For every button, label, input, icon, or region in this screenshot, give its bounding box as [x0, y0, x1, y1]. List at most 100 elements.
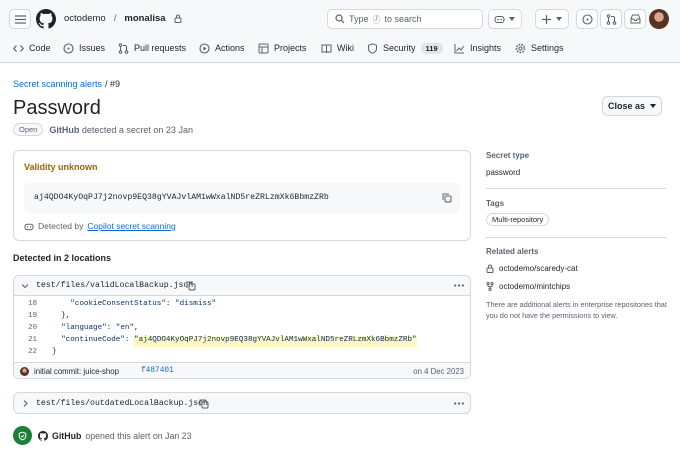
file-path[interactable]: test/files/outdatedLocalBackup.json	[36, 399, 208, 408]
breadcrumb-current: / #9	[105, 79, 121, 89]
shield-icon	[368, 42, 377, 54]
plus-icon	[542, 14, 551, 24]
timeline-text: opened this alert on Jan 23	[85, 431, 192, 441]
copilot-icon	[494, 15, 505, 24]
create-new-button[interactable]	[535, 9, 569, 29]
tab-label: Security	[383, 43, 416, 53]
copy-icon[interactable]	[442, 193, 452, 203]
pull-request-icon	[606, 13, 616, 25]
close-as-label: Close as	[607, 101, 646, 111]
code-text: }	[52, 348, 57, 356]
tab-pull-requests[interactable]: Pull requests	[118, 38, 186, 58]
tab-code[interactable]: Code	[13, 38, 51, 58]
related-alert-repo: octodemo/mintchips	[499, 282, 571, 291]
tab-projects[interactable]: Projects	[258, 38, 307, 58]
commit-message: initial commit: juice-shop	[34, 367, 119, 376]
tab-issues[interactable]: Issues	[63, 38, 105, 58]
lock-icon	[174, 14, 182, 23]
detected-by-line: Detected by Copilot secret scanning	[24, 221, 176, 231]
status-badge: Open	[13, 123, 44, 136]
menu-button[interactable]	[9, 9, 31, 29]
org-link[interactable]: octodemo	[64, 13, 106, 24]
tab-wiki[interactable]: Wiki	[321, 38, 354, 58]
avatar[interactable]	[649, 9, 669, 29]
timeline-opened-badge	[13, 426, 32, 445]
copilot-button[interactable]	[488, 9, 522, 29]
locations-heading: Detected in 2 locations	[13, 253, 112, 263]
breadcrumb-link-secret-scanning[interactable]: Secret scanning alerts	[13, 79, 102, 89]
github-logo-icon[interactable]	[36, 9, 56, 29]
issues-button[interactable]	[576, 9, 598, 29]
commit-sha-link[interactable]: f487401	[141, 367, 174, 375]
location-file-card-collapsed[interactable]: test/files/outdatedLocalBackup.json	[13, 392, 471, 414]
search-input[interactable]: Type / to search	[327, 9, 483, 29]
validity-label: Validity unknown	[24, 162, 98, 172]
commit-date: on 4 Dec 2023	[413, 367, 464, 376]
tab-insights[interactable]: Insights	[454, 38, 501, 58]
issue-icon	[581, 13, 593, 25]
related-alert-item[interactable]: octodemo/scaredy-cat	[486, 264, 578, 273]
tab-label: Actions	[215, 43, 245, 53]
secret-type-heading: Secret type	[486, 151, 530, 160]
copilot-secret-scanning-link[interactable]: Copilot secret scanning	[87, 221, 175, 231]
pull-request-icon	[118, 42, 129, 54]
secret-details-box: Validity unknown aj4QDO4KyOqPJ7j2novp9EQ…	[13, 150, 471, 241]
secret-value: aj4QDO4KyOqPJ7j2novp9EQ38gYVAJvlAM1wWxal…	[34, 193, 329, 202]
graph-icon	[454, 43, 465, 53]
tab-security[interactable]: Security 119	[367, 38, 443, 58]
location-file-card: test/files/validLocalBackup.json 18 "coo…	[13, 275, 471, 379]
line-number: 19	[28, 312, 38, 320]
tab-label: Code	[29, 43, 51, 53]
breadcrumb: Secret scanning alerts / #9	[13, 79, 120, 89]
inbox-button[interactable]	[624, 9, 646, 29]
related-alert-item[interactable]: octodemo/mintchips	[486, 282, 570, 291]
security-count-badge: 119	[420, 42, 443, 54]
code-text: },	[52, 312, 71, 320]
line-number: 21	[28, 336, 38, 344]
tab-settings[interactable]: Settings	[515, 38, 564, 58]
file-path[interactable]: test/files/validLocalBackup.json	[36, 281, 193, 290]
tab-label: Wiki	[337, 43, 354, 53]
breadcrumb-separator: /	[113, 13, 117, 24]
timeline-author[interactable]: GitHub	[52, 431, 81, 441]
inbox-icon	[630, 14, 640, 24]
pull-requests-button[interactable]	[600, 9, 622, 29]
copy-icon[interactable]	[186, 281, 196, 291]
secret-value-panel: aj4QDO4KyOqPJ7j2novp9EQ38gYVAJvlAM1wWxal…	[24, 183, 460, 213]
kebab-menu-icon[interactable]	[454, 402, 464, 405]
search-suffix: to search	[384, 14, 422, 24]
code-line: 18 "cookieConsentStatus": "dismiss"	[28, 300, 216, 311]
divider	[486, 188, 666, 189]
chevron-down-icon	[556, 17, 562, 21]
lock-icon	[486, 264, 494, 273]
related-alert-repo: octodemo/scaredy-cat	[499, 264, 578, 273]
table-icon	[258, 43, 269, 53]
chevron-down-icon[interactable]	[22, 283, 28, 289]
status-text: detected a secret on 23 Jan	[81, 124, 193, 135]
hamburger-icon	[14, 14, 26, 24]
alert-status-line: Open GitHub detected a secret on 23 Jan	[13, 123, 193, 136]
tab-label: Projects	[274, 43, 307, 53]
tags-heading: Tags	[486, 199, 505, 208]
divider	[486, 237, 666, 238]
chevron-right-icon[interactable]	[23, 400, 28, 407]
line-number: 22	[28, 348, 38, 356]
timeline-event: GitHub opened this alert on Jan 23	[38, 431, 191, 441]
copy-icon[interactable]	[199, 399, 209, 409]
code-icon	[13, 44, 24, 52]
repo-link[interactable]: monalisa	[124, 13, 165, 24]
code-line: 20 "language": "en",	[28, 324, 139, 335]
line-number: 20	[28, 324, 38, 332]
code-text: "language": "en",	[52, 324, 139, 332]
search-shortcut-key: /	[372, 14, 381, 24]
close-as-button[interactable]: Close as	[602, 96, 662, 116]
github-logo-icon	[38, 431, 48, 441]
book-icon	[321, 44, 332, 53]
tab-actions[interactable]: Actions	[199, 38, 245, 58]
tag-badge: Multi-repository	[486, 213, 550, 226]
repo-forked-icon	[486, 282, 494, 291]
related-alerts-heading: Related alerts	[486, 247, 539, 256]
play-icon	[199, 42, 210, 54]
tab-label: Pull requests	[134, 43, 187, 53]
kebab-menu-icon[interactable]	[454, 284, 464, 287]
